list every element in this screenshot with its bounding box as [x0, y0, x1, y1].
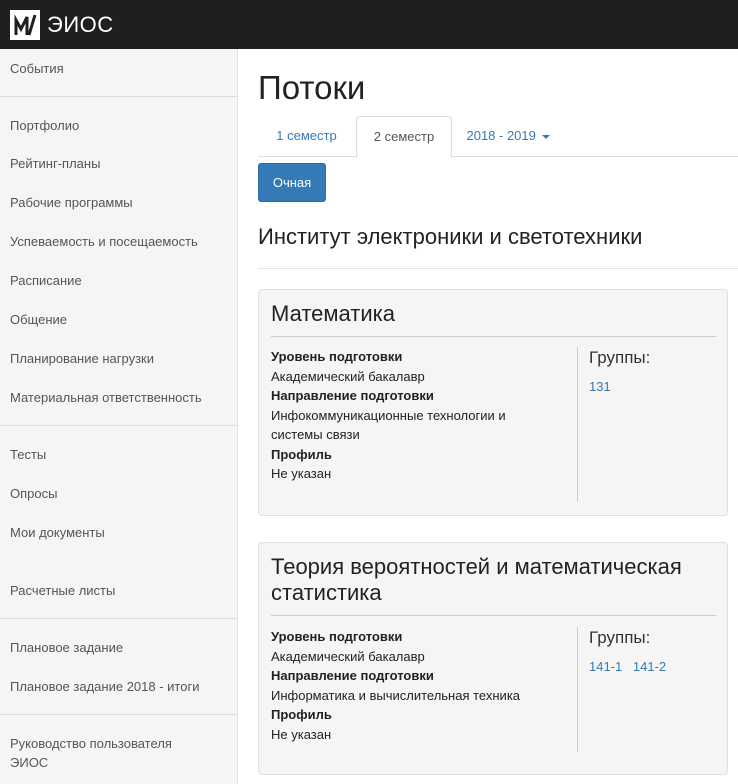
level-label: Уровень подготовки — [271, 349, 403, 364]
course-card: Математика Уровень подготовки Академичес… — [258, 289, 728, 516]
level-value: Академический бакалавр — [271, 368, 425, 384]
sidebar-item-schedule[interactable]: Расписание — [10, 271, 230, 290]
direction-value: Информатика и вычислительная техника — [271, 687, 521, 703]
column-divider — [577, 627, 578, 752]
card-divider — [271, 615, 716, 616]
logo-icon[interactable] — [10, 9, 40, 40]
sidebar-item-portfolio[interactable]: Портфолио — [10, 116, 230, 135]
direction-value: Инфокоммуникационные технологии и систем… — [271, 407, 506, 443]
group-link[interactable]: 141-1 — [589, 659, 622, 674]
group-link[interactable]: 131 — [589, 379, 611, 394]
level-label: Уровень подготовки — [271, 629, 403, 644]
top-navbar: ЭИОС — [0, 0, 738, 49]
sidebar-item-communication[interactable]: Общение — [10, 310, 230, 329]
profile-value: Не указан — [271, 726, 332, 742]
sidebar-item-workload[interactable]: Планирование нагрузки — [10, 349, 230, 368]
sidebar-item-pay-sheets[interactable]: Расчетные листы — [10, 581, 230, 600]
semester-tabs: 1 семестр 2 семестр 2018 - 2019 — [258, 116, 738, 158]
divider — [258, 268, 738, 269]
sidebar-item-planned-task-results[interactable]: Плановое задание 2018 - итоги — [10, 677, 230, 696]
column-divider — [577, 347, 578, 502]
caret-down-icon — [541, 134, 550, 139]
page-title: Потоки — [258, 69, 366, 106]
direction-label: Направление подготовки — [271, 388, 434, 403]
course-info: Уровень подготовки Академический бакалав… — [271, 627, 571, 744]
sidebar-divider — [0, 425, 238, 426]
group-link[interactable]: 141-2 — [633, 659, 666, 674]
sidebar-item-events[interactable]: События — [10, 59, 230, 78]
profile-value: Не указан — [271, 466, 332, 481]
sidebar: События Портфолио Рейтинг-планы Рабочие … — [0, 49, 238, 784]
tab-semester-2[interactable]: 2 семестр — [356, 116, 452, 158]
tab-semester-1[interactable]: 1 семестр — [258, 116, 355, 157]
study-mode-button[interactable]: Очная — [258, 163, 326, 202]
course-title: Математика — [271, 301, 395, 326]
course-card: Теория вероятностей и математическая ста… — [258, 542, 728, 775]
level-value: Академический бакалавр — [271, 648, 425, 664]
brand-title[interactable]: ЭИОС — [47, 12, 114, 38]
course-title: Теория вероятностей и математическая ста… — [271, 554, 682, 605]
course-info: Уровень подготовки Академический бакалав… — [271, 347, 571, 484]
year-dropdown[interactable]: 2018 - 2019 — [458, 116, 558, 157]
sidebar-divider — [0, 714, 238, 715]
sidebar-item-rating-plans[interactable]: Рейтинг-планы — [10, 154, 230, 173]
sidebar-item-performance[interactable]: Успеваемость и посещаемость — [10, 232, 230, 251]
sidebar-item-user-guide[interactable]: Руководство пользователя ЭИОС — [10, 734, 200, 772]
card-divider — [271, 336, 716, 337]
direction-label: Направление подготовки — [271, 668, 434, 683]
profile-label: Профиль — [271, 707, 332, 722]
profile-label: Профиль — [271, 446, 332, 462]
groups-label: Группы: — [589, 628, 651, 647]
sidebar-item-surveys[interactable]: Опросы — [10, 484, 230, 503]
sidebar-item-tests[interactable]: Тесты — [10, 445, 230, 464]
sidebar-item-planned-task[interactable]: Плановое задание — [10, 638, 230, 657]
groups-list: 141-1 141-2 — [589, 659, 673, 674]
sidebar-item-my-documents[interactable]: Мои документы — [10, 523, 230, 542]
sidebar-item-work-programs[interactable]: Рабочие программы — [10, 193, 230, 212]
sidebar-divider — [0, 96, 238, 97]
sidebar-item-material-responsibility[interactable]: Материальная ответственность — [10, 388, 230, 407]
groups-label: Группы: — [589, 348, 651, 367]
institute-title: Институт электроники и светотехники — [258, 224, 643, 249]
groups-list: 131 — [589, 379, 618, 394]
year-dropdown-label: 2018 - 2019 — [466, 128, 536, 143]
sidebar-divider — [0, 618, 238, 619]
